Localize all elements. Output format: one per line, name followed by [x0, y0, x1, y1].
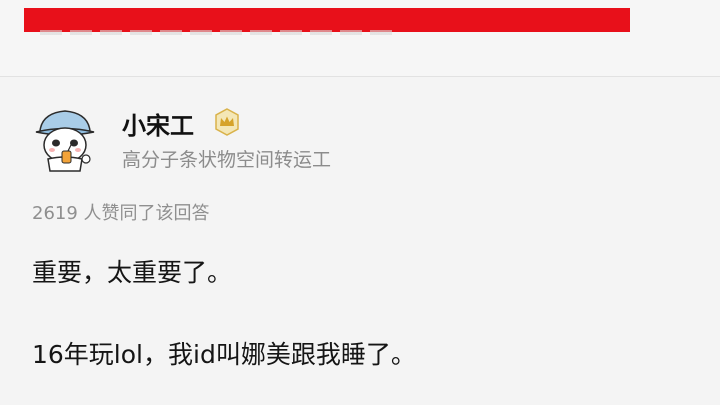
vote-count: 2619 人赞同了该回答 — [32, 203, 210, 224]
author-headline: 高分子条状物空间转运工 — [122, 149, 332, 171]
redaction-bar — [24, 8, 630, 32]
panda-avatar-icon[interactable] — [34, 105, 96, 173]
crown-badge-icon — [212, 107, 242, 137]
top-area — [0, 0, 720, 76]
answer-paragraph: 16年玩lol，我id叫娜美跟我睡了。 — [32, 340, 416, 369]
author-name[interactable]: 小宋工 — [122, 106, 194, 141]
answer-paragraph: 重要，太重要了。 — [32, 258, 233, 287]
obscured-text-strip — [40, 30, 400, 35]
